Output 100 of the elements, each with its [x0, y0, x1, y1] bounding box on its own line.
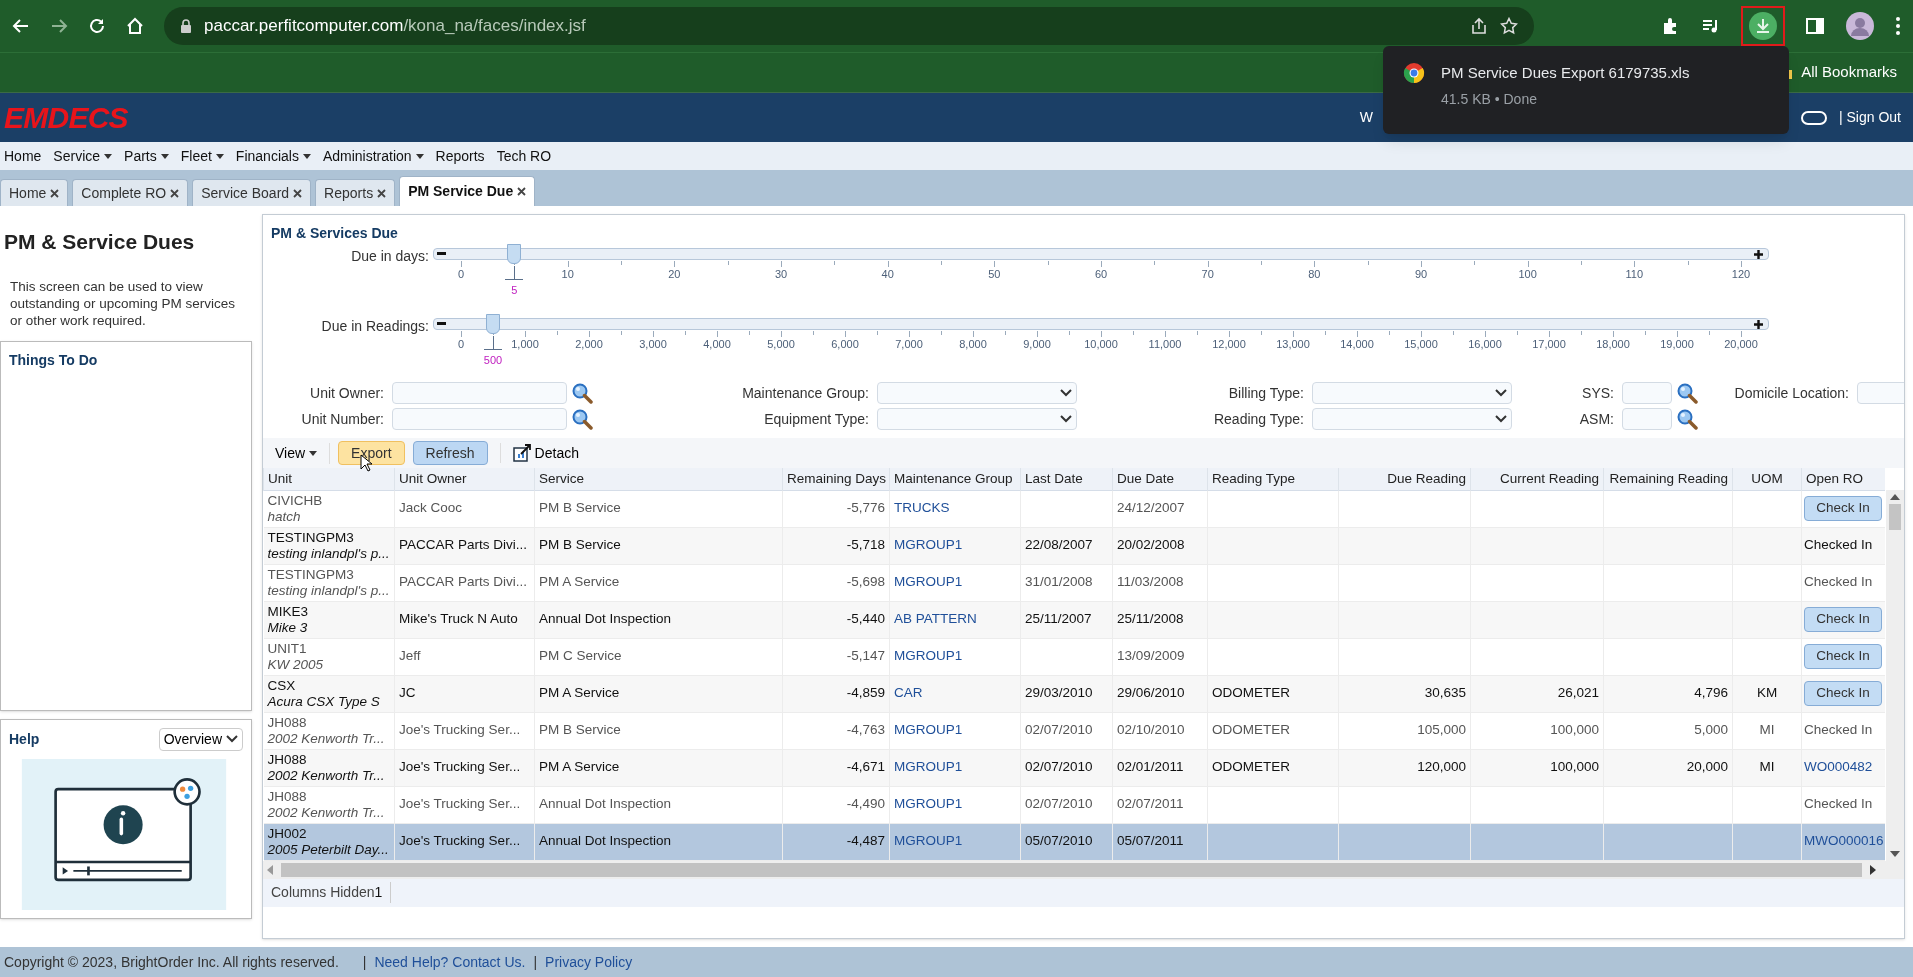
scroll-thumb[interactable] [281, 862, 1862, 877]
column-header[interactable]: Last Date [1020, 468, 1113, 490]
search-icon[interactable] [1676, 382, 1698, 404]
table-row[interactable]: CIVICHB hatch Jack Cooc PM B Service -5,776 TRUCKS 24/12/2007 Check In [263, 490, 1885, 527]
download-button[interactable] [1741, 6, 1785, 46]
slider-track[interactable] [433, 318, 1769, 330]
column-header[interactable]: Service [534, 468, 783, 490]
check-in-button[interactable]: Check In [1804, 644, 1882, 669]
address-bar[interactable]: paccar.perfitcomputer.com/kona_na/faces/index.jsf [164, 7, 1534, 45]
caret-icon[interactable] [309, 450, 318, 456]
caret-icon[interactable] [160, 153, 169, 159]
star-icon[interactable] [1500, 17, 1518, 35]
column-header[interactable]: UOM [1732, 468, 1802, 490]
search-icon[interactable] [1676, 408, 1698, 430]
menu-item[interactable]: Home [4, 145, 42, 167]
column-header[interactable]: Maintenance Group [889, 468, 1021, 490]
reload-icon[interactable] [88, 17, 106, 35]
columns-hidden-count[interactable]: 1 [374, 882, 392, 903]
check-in-button[interactable]: Check In [1804, 681, 1882, 706]
close-icon[interactable] [517, 187, 527, 196]
menu-item[interactable]: Parts [124, 145, 169, 167]
caret-icon[interactable] [415, 153, 424, 159]
menu-item[interactable]: Administration [322, 145, 424, 167]
dropdown-field[interactable] [877, 408, 1077, 430]
column-header[interactable]: Due Date [1112, 468, 1208, 490]
text-field[interactable] [392, 382, 567, 404]
column-header[interactable]: Due Reading [1338, 468, 1471, 490]
close-icon[interactable] [377, 188, 387, 198]
column-header[interactable]: Open RO [1801, 468, 1885, 490]
tab[interactable]: Service Board [192, 179, 312, 206]
menu-item[interactable]: Financials [235, 145, 311, 167]
text-field[interactable] [1622, 382, 1672, 404]
dropdown-field[interactable] [877, 382, 1077, 404]
footer-link[interactable]: Privacy Policy [545, 951, 633, 973]
menu-item[interactable]: Reports [435, 145, 485, 167]
table-row[interactable]: JH088 2002 Kenworth Tr... Joe's Trucking Ser... PM A Service -4,671 MGROUP1 02/07/2010 02/01/2011 ODOMETER 120,000 100,000 20,000 MI WO000482 [263, 749, 1885, 786]
forward-icon[interactable] [50, 17, 68, 35]
close-icon[interactable] [293, 188, 303, 198]
slider-track[interactable] [433, 248, 1769, 260]
arrow-down-icon[interactable] [1890, 850, 1900, 857]
slider-thumb[interactable] [507, 244, 522, 264]
download-file-name[interactable]: PM Service Dues Export 6179735.xls [1441, 62, 1690, 85]
bookmarks-label[interactable]: All Bookmarks [1801, 61, 1897, 84]
home-icon[interactable] [126, 17, 144, 35]
vertical-scrollbar[interactable] [1886, 490, 1904, 861]
arrow-up-icon[interactable] [1890, 494, 1900, 500]
help-topic-select[interactable]: Overview [158, 727, 243, 751]
avatar-icon[interactable] [1845, 11, 1875, 41]
plus-icon[interactable] [1754, 250, 1763, 259]
table-row[interactable]: JH088 2002 Kenworth Tr... Joe's Trucking Ser... PM B Service -4,763 MGROUP1 02/07/2010 02/10/2010 ODOMETER 105,000 100,000 5,000 MI Checked In [263, 712, 1885, 749]
menu-item[interactable]: Service [53, 145, 113, 167]
close-icon[interactable] [50, 188, 60, 198]
detach-button[interactable]: Detach [512, 442, 579, 464]
caret-icon[interactable] [302, 153, 311, 159]
table-row[interactable]: CSX Acura CSX Type S JC PM A Service -4,859 CAR 29/03/2010 29/06/2010 ODOMETER 30,635 26,021 4,796 KM Check In [263, 675, 1885, 712]
column-header[interactable]: Reading Type [1207, 468, 1339, 490]
menu-item[interactable]: Fleet [180, 145, 224, 167]
work-order-link[interactable]: MWO000016 [1804, 833, 1884, 849]
column-header[interactable]: Unit [263, 468, 395, 490]
tab[interactable]: Complete RO [72, 179, 189, 206]
close-icon[interactable] [170, 188, 180, 198]
column-header[interactable]: Unit Owner [394, 468, 535, 490]
text-field[interactable] [1622, 408, 1672, 430]
footer-link[interactable]: Need Help? Contact Us. [374, 951, 526, 973]
minus-icon[interactable] [437, 322, 446, 326]
caret-icon[interactable] [215, 153, 224, 159]
scroll-thumb[interactable] [1889, 504, 1901, 530]
check-in-button[interactable]: Check In [1804, 496, 1882, 521]
slider-thumb[interactable] [486, 314, 500, 334]
check-in-button[interactable]: Check In [1804, 607, 1882, 632]
share-icon[interactable] [1470, 17, 1488, 35]
text-field[interactable] [392, 408, 567, 430]
table-row[interactable]: MIKE3 Mike 3 Mike's Truck N Auto Annual Dot Inspection -5,440 AB PATTERN 25/11/2007 25/11/2008 Check In [263, 601, 1885, 638]
column-header[interactable]: Remaining Days [782, 468, 890, 490]
table-cell: 20,000 [1603, 749, 1733, 786]
dropdown-field[interactable] [1312, 408, 1512, 430]
back-icon[interactable] [12, 17, 30, 35]
view-menu[interactable]: View [271, 442, 331, 464]
toggle-icon[interactable] [1801, 110, 1827, 125]
dropdown-field[interactable] [1312, 382, 1512, 404]
tab[interactable]: Reports [315, 179, 396, 206]
menu-icon[interactable] [1895, 16, 1901, 36]
tab[interactable]: Home [0, 179, 69, 206]
column-header[interactable]: Current Reading [1470, 468, 1604, 490]
caret-icon[interactable] [104, 153, 113, 159]
refresh-button[interactable]: Refresh [412, 441, 488, 465]
minus-icon[interactable] [437, 252, 446, 256]
plus-icon[interactable] [1754, 320, 1763, 329]
search-icon[interactable] [571, 408, 593, 430]
sign-out-link[interactable]: | Sign Out [1839, 107, 1901, 128]
sidebar-icon[interactable] [1805, 16, 1825, 36]
export-button[interactable]: Export [338, 441, 405, 465]
column-header[interactable]: Remaining Reading [1603, 468, 1733, 490]
table-row[interactable]: JH088 2002 Kenworth Tr... Joe's Trucking Ser... Annual Dot Inspection -4,490 MGROUP1 02/07/2010 02/07/2011 Checked In [263, 786, 1885, 823]
menu-item[interactable]: Tech RO [496, 145, 552, 167]
arrow-right-icon[interactable] [1870, 864, 1876, 875]
work-order-link[interactable]: WO000482 [1804, 759, 1873, 775]
search-icon[interactable] [571, 382, 593, 404]
table-row[interactable]: UNIT1 KW 2005 Jeff PM C Service -5,147 MGROUP1 13/09/2009 Check In [263, 638, 1885, 675]
tab[interactable]: PM Service Due [399, 176, 536, 206]
